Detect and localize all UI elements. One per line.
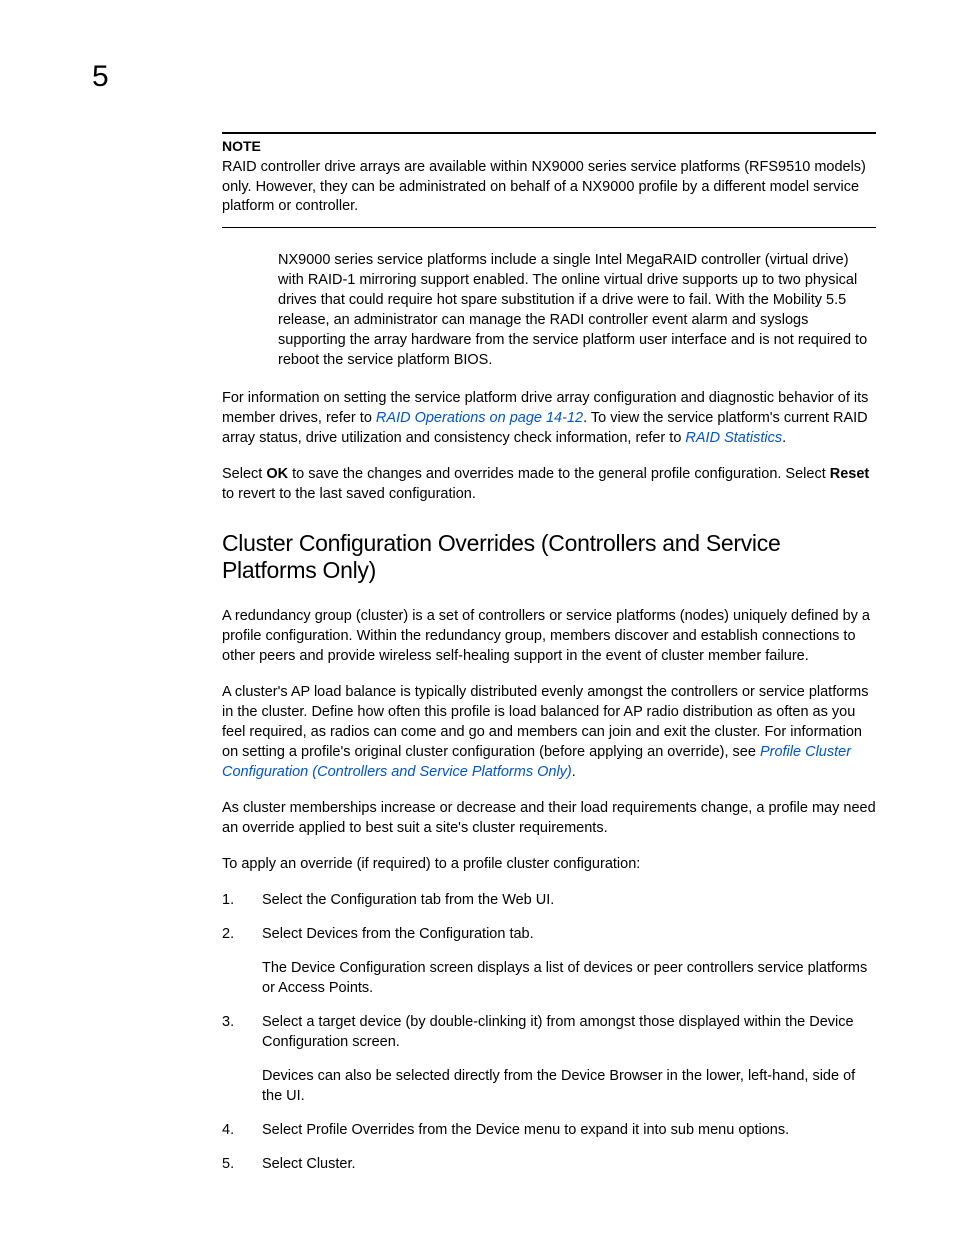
text: to revert to the last saved configuratio… — [222, 486, 476, 502]
section-heading: Cluster Configuration Overrides (Control… — [222, 530, 876, 584]
bold-reset: Reset — [830, 466, 870, 482]
step-3-sub: Devices can also be selected directly fr… — [262, 1066, 876, 1106]
link-raid-statistics[interactable]: RAID Statistics — [685, 430, 782, 446]
note-body: RAID controller drive arrays are availab… — [222, 158, 876, 217]
steps-list: Select the Configuration tab from the We… — [222, 890, 876, 1174]
text: . — [351, 1156, 355, 1172]
step-1: Select the Configuration tab from the We… — [222, 890, 876, 910]
page: 5 NOTE RAID controller drive arrays are … — [0, 0, 954, 1235]
text: from the Device menu to expand it into s… — [414, 1122, 789, 1138]
bold-configuration: Configuration — [331, 892, 417, 908]
text: Select — [222, 466, 266, 482]
cluster-paragraph-1: A redundancy group (cluster) is a set of… — [222, 606, 876, 666]
step-4: Select Profile Overrides from the Device… — [222, 1120, 876, 1140]
step-2-sub: The Device Configuration screen displays… — [262, 958, 876, 998]
note-label: NOTE — [222, 138, 876, 154]
text: Select — [262, 926, 306, 942]
link-raid-operations[interactable]: RAID Operations on page 14-12 — [376, 410, 583, 426]
bold-ok: OK — [266, 466, 288, 482]
note-rule-top — [222, 132, 876, 134]
text: Select a target device (by double-clinki… — [262, 1014, 854, 1050]
cluster-paragraph-2: A cluster's AP load balance is typically… — [222, 682, 876, 782]
text: . — [782, 430, 786, 446]
note-rule-bottom — [222, 227, 876, 228]
bold-cluster: Cluster — [306, 1156, 351, 1172]
paragraph-raid-info: For information on setting the service p… — [222, 388, 876, 448]
text: Select the — [262, 892, 331, 908]
indented-paragraph: NX9000 series service platforms include … — [278, 250, 876, 370]
bold-devices: Devices — [306, 926, 358, 942]
text: Select — [262, 1122, 306, 1138]
text: tab from the Web UI. — [417, 892, 555, 908]
cluster-paragraph-3: As cluster memberships increase or decre… — [222, 798, 876, 838]
step-3: Select a target device (by double-clinki… — [222, 1012, 876, 1106]
content-column: NOTE RAID controller drive arrays are av… — [222, 132, 876, 1188]
step-5: Select Cluster. — [222, 1154, 876, 1174]
text: Select — [262, 1156, 306, 1172]
text: . — [572, 764, 576, 780]
step-2: Select Devices from the Configuration ta… — [222, 924, 876, 998]
text: from the Configuration tab. — [358, 926, 534, 942]
cluster-paragraph-4: To apply an override (if required) to a … — [222, 854, 876, 874]
bold-profile-overrides: Profile Overrides — [306, 1122, 414, 1138]
page-number: 5 — [92, 60, 109, 94]
text: to save the changes and overrides made t… — [288, 466, 830, 482]
paragraph-ok-reset: Select OK to save the changes and overri… — [222, 464, 876, 504]
